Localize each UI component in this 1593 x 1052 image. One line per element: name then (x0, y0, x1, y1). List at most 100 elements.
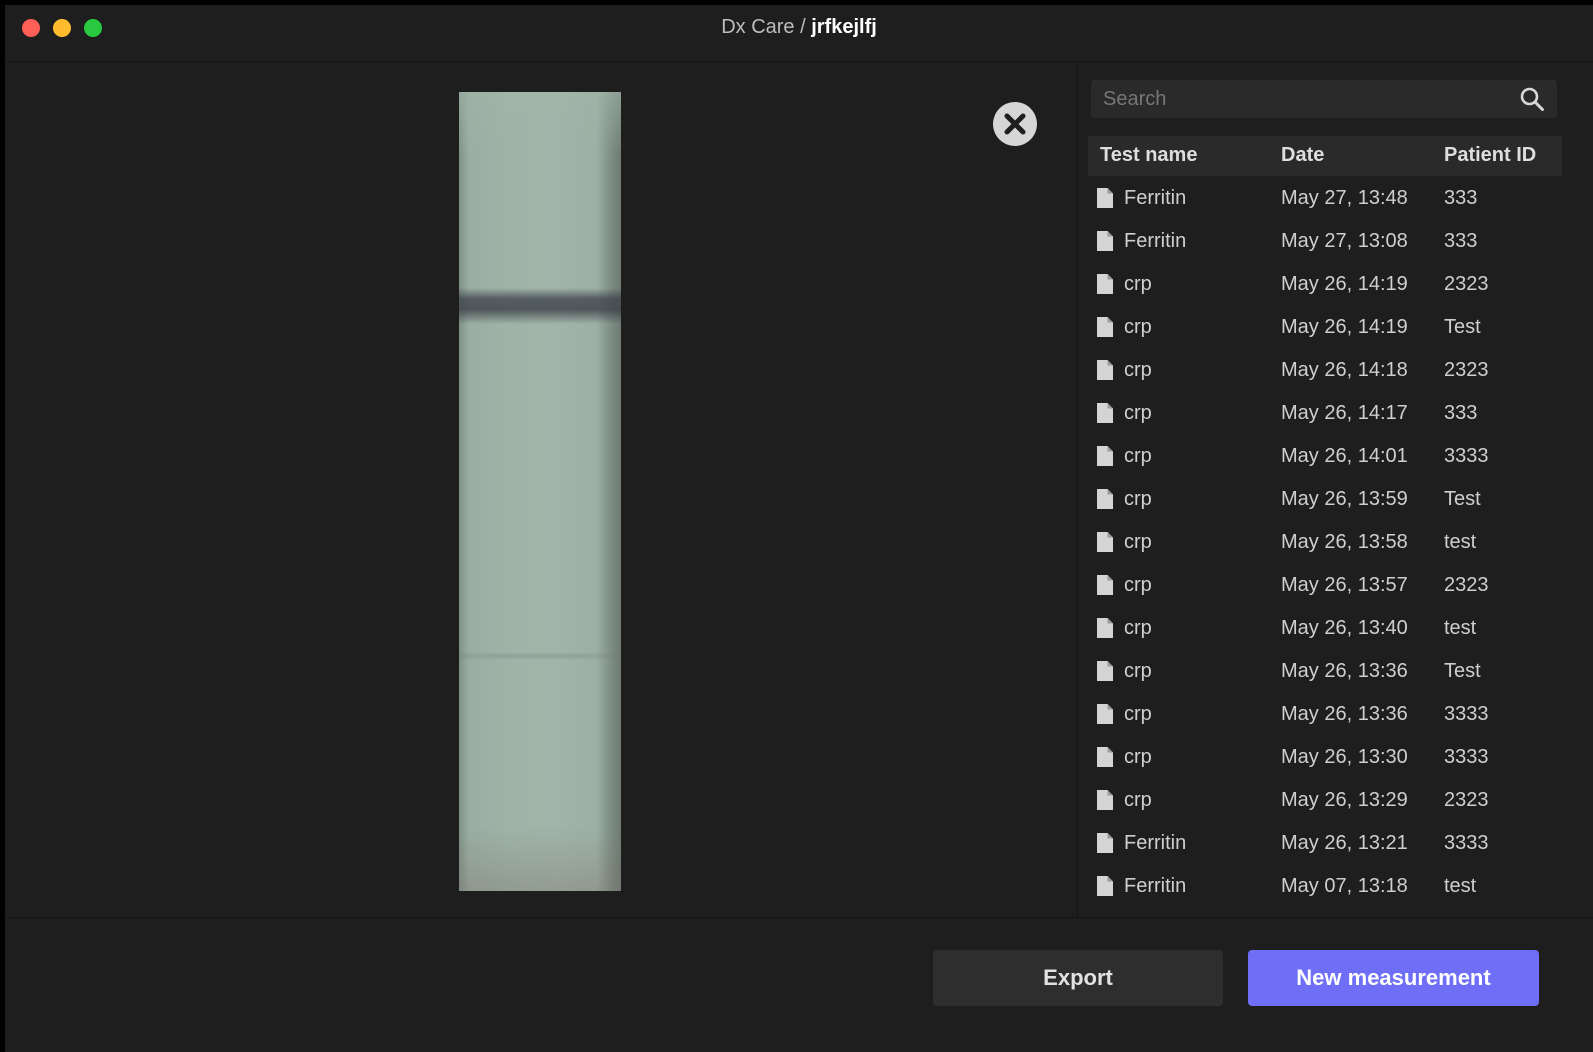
test-line (459, 652, 621, 660)
patient-id-cell: Test (1444, 660, 1481, 682)
patient-id-cell: 3333 (1444, 445, 1489, 467)
document-icon (1097, 532, 1113, 552)
document-icon (1097, 274, 1113, 294)
date-cell: May 26, 13:36 (1281, 660, 1408, 682)
close-circle-icon (1004, 113, 1026, 135)
title-separator: / (794, 16, 812, 38)
table-row[interactable]: crp May 26, 13:36 Test (1088, 649, 1562, 692)
table-row[interactable]: Ferritin May 26, 13:21 3333 (1088, 821, 1562, 864)
patient-id-cell: Test (1444, 316, 1481, 338)
table-row[interactable]: crp May 26, 13:36 3333 (1088, 692, 1562, 735)
column-header-test-name[interactable]: Test name (1100, 144, 1197, 167)
footer-bar: Export New measurement (5, 917, 1593, 1052)
document-icon (1097, 790, 1113, 810)
document-icon (1097, 876, 1113, 896)
test-name-cell: crp (1124, 488, 1152, 510)
table-row[interactable]: crp May 26, 13:58 test (1088, 520, 1562, 563)
export-button[interactable]: Export (933, 950, 1223, 1006)
test-name-cell: Ferritin (1124, 875, 1187, 897)
window-title: Dx Care / jrfkejlfj (5, 16, 1593, 39)
close-image-button[interactable] (993, 102, 1037, 146)
patient-id-cell: 333 (1444, 230, 1478, 252)
table-row[interactable]: crp May 26, 14:18 2323 (1088, 348, 1562, 391)
patient-id-cell: 2323 (1444, 574, 1489, 596)
test-name-cell: crp (1124, 402, 1152, 424)
table-row[interactable]: Ferritin May 27, 13:08 333 (1088, 219, 1562, 262)
date-cell: May 26, 13:30 (1281, 746, 1408, 768)
table-row[interactable]: crp May 26, 13:40 test (1088, 606, 1562, 649)
patient-id-cell: test (1444, 617, 1477, 639)
date-cell: May 26, 13:59 (1281, 488, 1408, 510)
test-name-cell: crp (1124, 660, 1152, 682)
document-icon (1097, 231, 1113, 251)
date-cell: May 26, 14:18 (1281, 359, 1408, 381)
test-name-cell: Ferritin (1124, 832, 1187, 854)
document-icon (1097, 618, 1113, 638)
document-icon (1097, 575, 1113, 595)
measurement-list-panel: Test name Date Patient ID Ferritin May 27… (1078, 62, 1593, 917)
patient-id-cell: 2323 (1444, 273, 1489, 295)
column-header-patient-id[interactable]: Patient ID (1444, 144, 1536, 167)
new-measurement-button[interactable]: New measurement (1248, 950, 1539, 1006)
document-icon (1097, 446, 1113, 466)
control-line (459, 288, 621, 324)
date-cell: May 07, 13:18 (1281, 875, 1408, 897)
test-name-cell: Ferritin (1124, 187, 1187, 209)
test-strip-image (459, 92, 621, 891)
document-icon (1097, 188, 1113, 208)
app-window: Dx Care / jrfkejlfj Test name Date Patie… (5, 5, 1593, 1052)
table-row[interactable]: crp May 26, 13:57 2323 (1088, 563, 1562, 606)
document-icon (1097, 661, 1113, 681)
search-input[interactable] (1091, 80, 1491, 118)
patient-id-cell: 2323 (1444, 789, 1489, 811)
patient-id-cell: 333 (1444, 187, 1478, 209)
date-cell: May 26, 13:29 (1281, 789, 1408, 811)
test-name-cell: crp (1124, 703, 1152, 725)
document-icon (1097, 489, 1113, 509)
test-name-cell: crp (1124, 617, 1152, 639)
test-name-cell: crp (1124, 574, 1152, 596)
column-header-date[interactable]: Date (1281, 144, 1324, 167)
test-name-cell: crp (1124, 445, 1152, 467)
date-cell: May 26, 13:40 (1281, 617, 1408, 639)
table-row[interactable]: crp May 26, 13:29 2323 (1088, 778, 1562, 821)
test-name-cell: crp (1124, 789, 1152, 811)
test-name-cell: crp (1124, 746, 1152, 768)
test-name-cell: crp (1124, 359, 1152, 381)
document-icon (1097, 317, 1113, 337)
test-name-cell: crp (1124, 531, 1152, 553)
document-icon (1097, 360, 1113, 380)
date-cell: May 26, 14:17 (1281, 402, 1408, 424)
search-box (1091, 80, 1557, 118)
date-cell: May 26, 14:19 (1281, 316, 1408, 338)
date-cell: May 26, 13:58 (1281, 531, 1408, 553)
date-cell: May 27, 13:48 (1281, 187, 1408, 209)
date-cell: May 26, 13:36 (1281, 703, 1408, 725)
date-cell: May 26, 14:01 (1281, 445, 1408, 467)
patient-id-cell: Test (1444, 488, 1481, 510)
table-row[interactable]: crp May 26, 13:30 3333 (1088, 735, 1562, 778)
user-name: jrfkejlfj (811, 16, 877, 38)
title-bar: Dx Care / jrfkejlfj (5, 5, 1593, 62)
patient-id-cell: 3333 (1444, 746, 1489, 768)
date-cell: May 27, 13:08 (1281, 230, 1408, 252)
date-cell: May 26, 14:19 (1281, 273, 1408, 295)
document-icon (1097, 747, 1113, 767)
patient-id-cell: 333 (1444, 402, 1478, 424)
test-name-cell: Ferritin (1124, 230, 1187, 252)
date-cell: May 26, 13:21 (1281, 832, 1408, 854)
table-row[interactable]: Ferritin May 27, 13:48 333 (1088, 176, 1562, 219)
document-icon (1097, 403, 1113, 423)
patient-id-cell: test (1444, 875, 1477, 897)
table-row[interactable]: crp May 26, 14:19 Test (1088, 305, 1562, 348)
table-row[interactable]: crp May 26, 14:19 2323 (1088, 262, 1562, 305)
test-name-cell: crp (1124, 273, 1152, 295)
app-name: Dx Care (721, 16, 795, 38)
table-row[interactable]: Ferritin May 07, 13:18 test (1088, 864, 1562, 907)
table-row[interactable]: crp May 26, 13:59 Test (1088, 477, 1562, 520)
table-row[interactable]: crp May 26, 14:01 3333 (1088, 434, 1562, 477)
table-row[interactable]: crp May 26, 14:17 333 (1088, 391, 1562, 434)
patient-id-cell: 3333 (1444, 703, 1489, 725)
search-icon[interactable] (1519, 86, 1545, 112)
table-header: Test name Date Patient ID (1088, 136, 1562, 176)
